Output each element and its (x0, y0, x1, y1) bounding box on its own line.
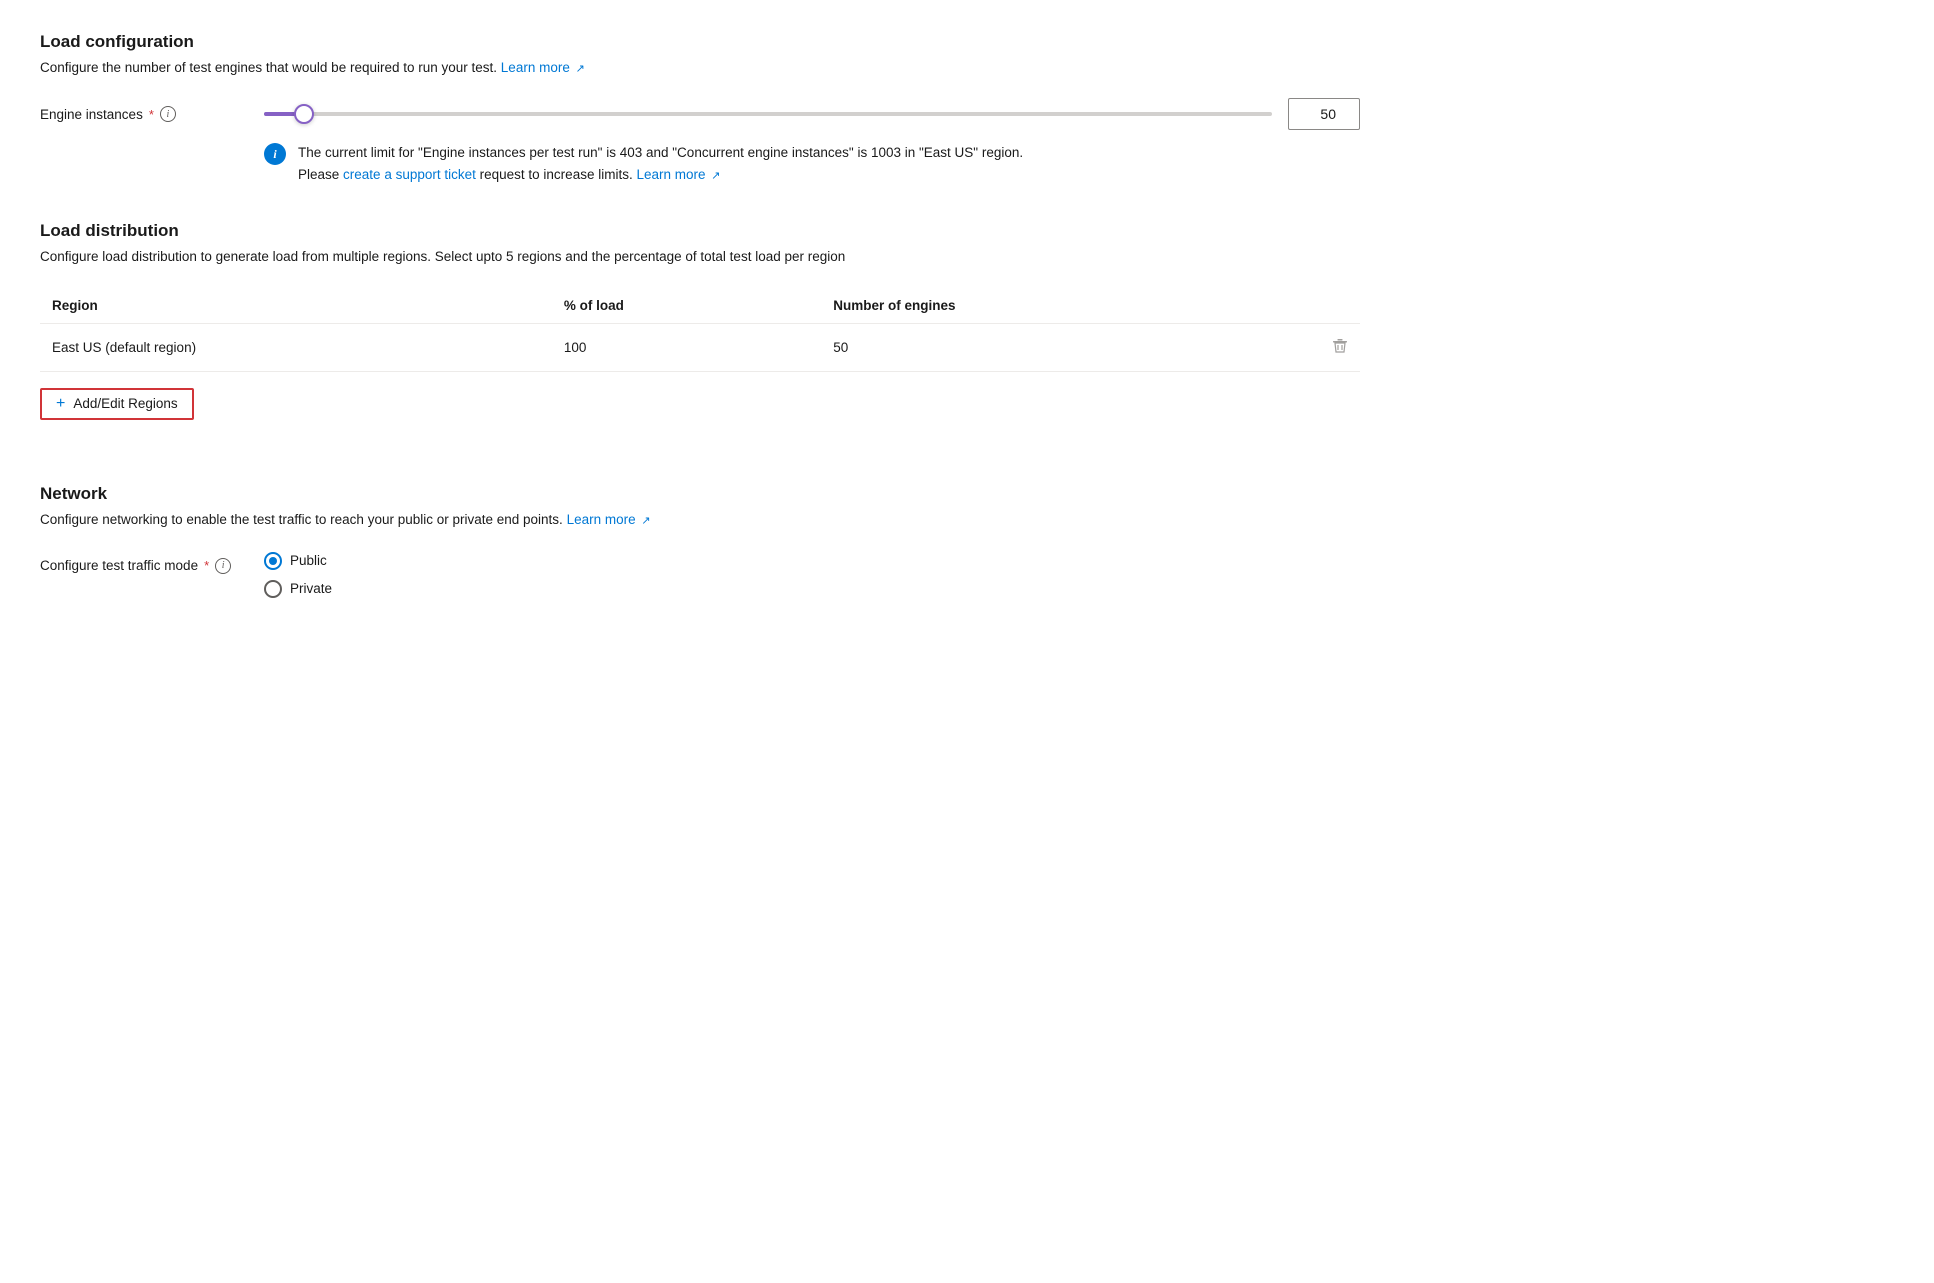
engine-instances-info-icon[interactable]: i (160, 106, 176, 122)
col-header-region: Region (40, 288, 552, 324)
add-edit-regions-button[interactable]: + Add/Edit Regions (40, 388, 194, 420)
slider-row (264, 98, 1360, 130)
cell-load: 100 (552, 323, 821, 371)
engine-instances-label: Engine instances * i (40, 98, 240, 122)
network-external-link-icon: ↗ (641, 513, 650, 530)
traffic-mode-row: Configure test traffic mode * i Public P… (40, 550, 1360, 598)
radio-option-private[interactable]: Private (264, 580, 332, 598)
traffic-mode-info-icon[interactable]: i (215, 558, 231, 574)
external-link-icon: ↗ (576, 61, 585, 78)
table-row: East US (default region) 100 50 (40, 323, 1360, 371)
cell-engines: 50 (821, 323, 1225, 371)
plus-icon: + (56, 396, 65, 412)
load-config-desc: Configure the number of test engines tha… (40, 58, 1360, 78)
slider-track (264, 112, 1272, 116)
engine-instances-info-box: i The current limit for "Engine instance… (264, 142, 1064, 185)
slider-wrapper (264, 104, 1272, 124)
engine-instances-row: Engine instances * i i The current limit… (40, 98, 1360, 185)
load-configuration-section: Load configuration Configure the number … (40, 32, 1360, 185)
engine-instances-input[interactable] (1288, 98, 1360, 130)
radio-option-public[interactable]: Public (264, 552, 332, 570)
col-header-action (1225, 288, 1360, 324)
network-desc: Configure networking to enable the test … (40, 510, 1360, 530)
cell-delete (1225, 323, 1360, 371)
load-distribution-section: Load distribution Configure load distrib… (40, 221, 1360, 447)
add-edit-regions-label: Add/Edit Regions (73, 396, 177, 411)
network-section: Network Configure networking to enable t… (40, 484, 1360, 598)
info-external-link-icon: ↗ (711, 168, 720, 186)
load-distribution-title: Load distribution (40, 221, 1360, 241)
engine-instances-slider-container: i The current limit for "Engine instance… (264, 98, 1360, 185)
load-config-desc-text: Configure the number of test engines tha… (40, 60, 497, 75)
info-box-text: The current limit for "Engine instances … (298, 142, 1064, 185)
radio-circle-private (264, 580, 282, 598)
network-learn-more-link[interactable]: Learn more ↗ (567, 512, 651, 527)
radio-circle-public (264, 552, 282, 570)
traffic-mode-radio-group: Public Private (264, 550, 332, 598)
required-indicator: * (149, 107, 154, 122)
radio-label-private: Private (290, 581, 332, 596)
cell-region: East US (default region) (40, 323, 552, 371)
radio-label-public: Public (290, 553, 327, 568)
load-config-title: Load configuration (40, 32, 1360, 52)
create-support-ticket-link[interactable]: create a support ticket (343, 167, 480, 182)
info-circle-icon: i (264, 143, 286, 165)
col-header-load: % of load (552, 288, 821, 324)
table-header-row: Region % of load Number of engines (40, 288, 1360, 324)
delete-row-icon[interactable] (1332, 338, 1348, 354)
col-header-engines: Number of engines (821, 288, 1225, 324)
traffic-mode-required: * (204, 558, 209, 573)
load-distribution-desc: Configure load distribution to generate … (40, 247, 1360, 267)
info-learn-more-link[interactable]: Learn more ↗ (636, 167, 720, 182)
slider-thumb[interactable] (294, 104, 314, 124)
distribution-table: Region % of load Number of engines East … (40, 288, 1360, 372)
load-config-learn-more-link[interactable]: Learn more ↗ (501, 60, 585, 75)
traffic-mode-label: Configure test traffic mode * i (40, 550, 240, 574)
network-title: Network (40, 484, 1360, 504)
